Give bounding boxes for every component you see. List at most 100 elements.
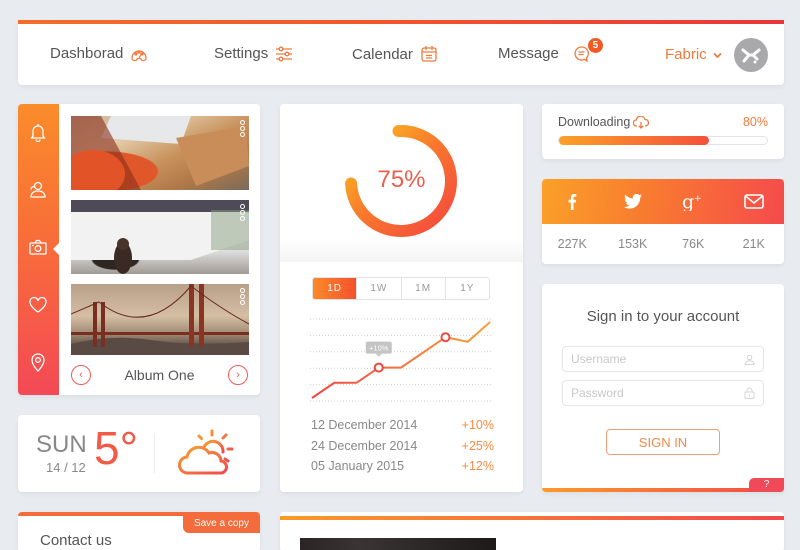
progress-trend-card: 75% 1D 1W 1M 1Y +10% 12 December 2014 +1…: [280, 104, 523, 492]
stat-date: 12 December 2014: [311, 418, 418, 432]
download-percent: 80%: [742, 115, 768, 129]
progress-ring-label: 75%: [377, 166, 426, 193]
save-copy-button[interactable]: Save a copy: [182, 516, 260, 533]
username-field: [562, 346, 764, 372]
top-nav: Dashborad Settings Calendar Message 5 Fa…: [18, 20, 784, 85]
calendar-icon: [421, 46, 437, 62]
download-label-text: Downloading: [558, 115, 631, 129]
location-pin-icon[interactable]: [28, 352, 48, 372]
username-input[interactable]: [571, 352, 744, 366]
cloud-download-icon: [633, 115, 650, 129]
nav-calendar[interactable]: Calendar: [352, 45, 438, 63]
partly-cloudy-icon: [178, 429, 234, 475]
photo-person-desk: [71, 200, 249, 274]
camera-icon[interactable]: [28, 237, 48, 257]
chevron-left-icon: ‹: [79, 369, 83, 381]
contact-card: Save a copy Contact us: [18, 512, 260, 550]
contact-title: Contact us: [40, 532, 112, 549]
help-button[interactable]: ?: [749, 478, 784, 492]
heart-icon[interactable]: [28, 295, 48, 315]
avatar[interactable]: [734, 38, 768, 72]
album-sidebar: [18, 104, 59, 395]
stat-change: +12%: [461, 459, 494, 473]
chart-tooltip-label: +10%: [369, 344, 389, 353]
nav-calendar-label: Calendar: [352, 45, 413, 63]
facebook-button[interactable]: [542, 179, 603, 224]
password-input[interactable]: [571, 386, 744, 400]
nav-message-label: Message: [498, 45, 559, 62]
account-label: Fabric: [665, 46, 707, 63]
album-photo[interactable]: [71, 200, 249, 274]
nav-dashboard-label: Dashborad: [50, 45, 124, 62]
google-plus-icon: g +: [682, 193, 702, 211]
nav-settings[interactable]: Settings: [214, 45, 293, 62]
weather-day: SUN: [36, 431, 87, 458]
stat-change: +25%: [461, 439, 494, 453]
users-icon[interactable]: [28, 180, 48, 200]
photo-golden-gate-bridge: [71, 284, 249, 355]
weather-card: SUN 14 / 12 5°: [18, 415, 260, 492]
tab-1w[interactable]: 1W: [356, 278, 400, 299]
next-button[interactable]: ›: [227, 365, 248, 385]
weather-divider: [154, 433, 155, 473]
svg-text:+: +: [694, 194, 702, 204]
signin-title: Sign in to your account: [586, 308, 740, 325]
social-stats-card: g + 227K 153K 76K 21K: [542, 179, 784, 264]
download-card: Downloading 80%: [542, 104, 784, 159]
download-label: Downloading: [558, 115, 650, 129]
album-photo[interactable]: [71, 284, 249, 355]
nav-dashboard[interactable]: Dashborad: [50, 45, 148, 62]
album-photo[interactable]: [71, 116, 249, 190]
tab-1m[interactable]: 1M: [400, 278, 445, 299]
prev-button[interactable]: ‹: [71, 365, 91, 385]
dashboard-icon: [131, 49, 148, 61]
social-counts-row: 227K 153K 76K 21K: [542, 224, 784, 264]
project-card: [280, 512, 784, 550]
trend-line-chart: +10%: [310, 318, 492, 402]
user-icon: [744, 354, 755, 365]
twitter-count: 153K: [618, 237, 648, 251]
more-options-icon[interactable]: [240, 120, 245, 137]
twitter-icon: [623, 194, 642, 209]
more-options-icon[interactable]: [240, 204, 245, 221]
lock-icon: [744, 387, 755, 399]
social-icons-row: g +: [542, 179, 784, 224]
project-accent-bar: [280, 516, 784, 520]
download-progress-bar: [558, 136, 768, 145]
nav-settings-label: Settings: [214, 45, 269, 62]
svg-text:g: g: [682, 193, 694, 211]
range-tabs: 1D 1W 1M 1Y: [312, 277, 490, 300]
stat-date: 24 December 2014: [311, 439, 418, 453]
email-button[interactable]: [724, 179, 785, 224]
password-field: [562, 380, 764, 406]
chart-tooltip: +10%: [365, 341, 392, 357]
twitter-button[interactable]: [603, 179, 664, 224]
chevron-down-icon: [713, 52, 722, 58]
facebook-count: 227K: [557, 237, 587, 251]
chart-point[interactable]: [440, 332, 451, 343]
mail-icon: [743, 194, 764, 209]
weather-temperature: 5°: [94, 422, 138, 474]
trend-line: [311, 321, 491, 399]
stat-row: 05 January 2015 +12%: [311, 459, 494, 473]
stat-change: +10%: [461, 418, 494, 432]
weather-date: 14 / 12: [46, 460, 86, 475]
progress-ring-panel: 75%: [280, 104, 523, 262]
tab-1d[interactable]: 1D: [313, 278, 357, 299]
account-menu[interactable]: Fabric: [665, 46, 722, 63]
facebook-icon: [568, 194, 577, 210]
signin-button[interactable]: SIGN IN: [606, 429, 720, 455]
google-plus-button[interactable]: g +: [663, 179, 724, 224]
sliders-icon: [276, 46, 293, 61]
stat-row: 24 December 2014 +25%: [311, 439, 494, 453]
photo-desk-notebook: [71, 116, 249, 190]
download-progress-fill: [559, 136, 709, 145]
tab-1y[interactable]: 1Y: [444, 278, 489, 299]
message-count-badge: 5: [587, 38, 603, 53]
signin-card: Sign in to your account SIGN IN ?: [542, 284, 784, 492]
album-title: Album One: [124, 367, 195, 383]
bell-icon[interactable]: [28, 122, 48, 142]
more-options-icon[interactable]: [240, 288, 245, 305]
nav-message[interactable]: Message 5: [498, 38, 603, 62]
chart-point[interactable]: [373, 362, 384, 373]
